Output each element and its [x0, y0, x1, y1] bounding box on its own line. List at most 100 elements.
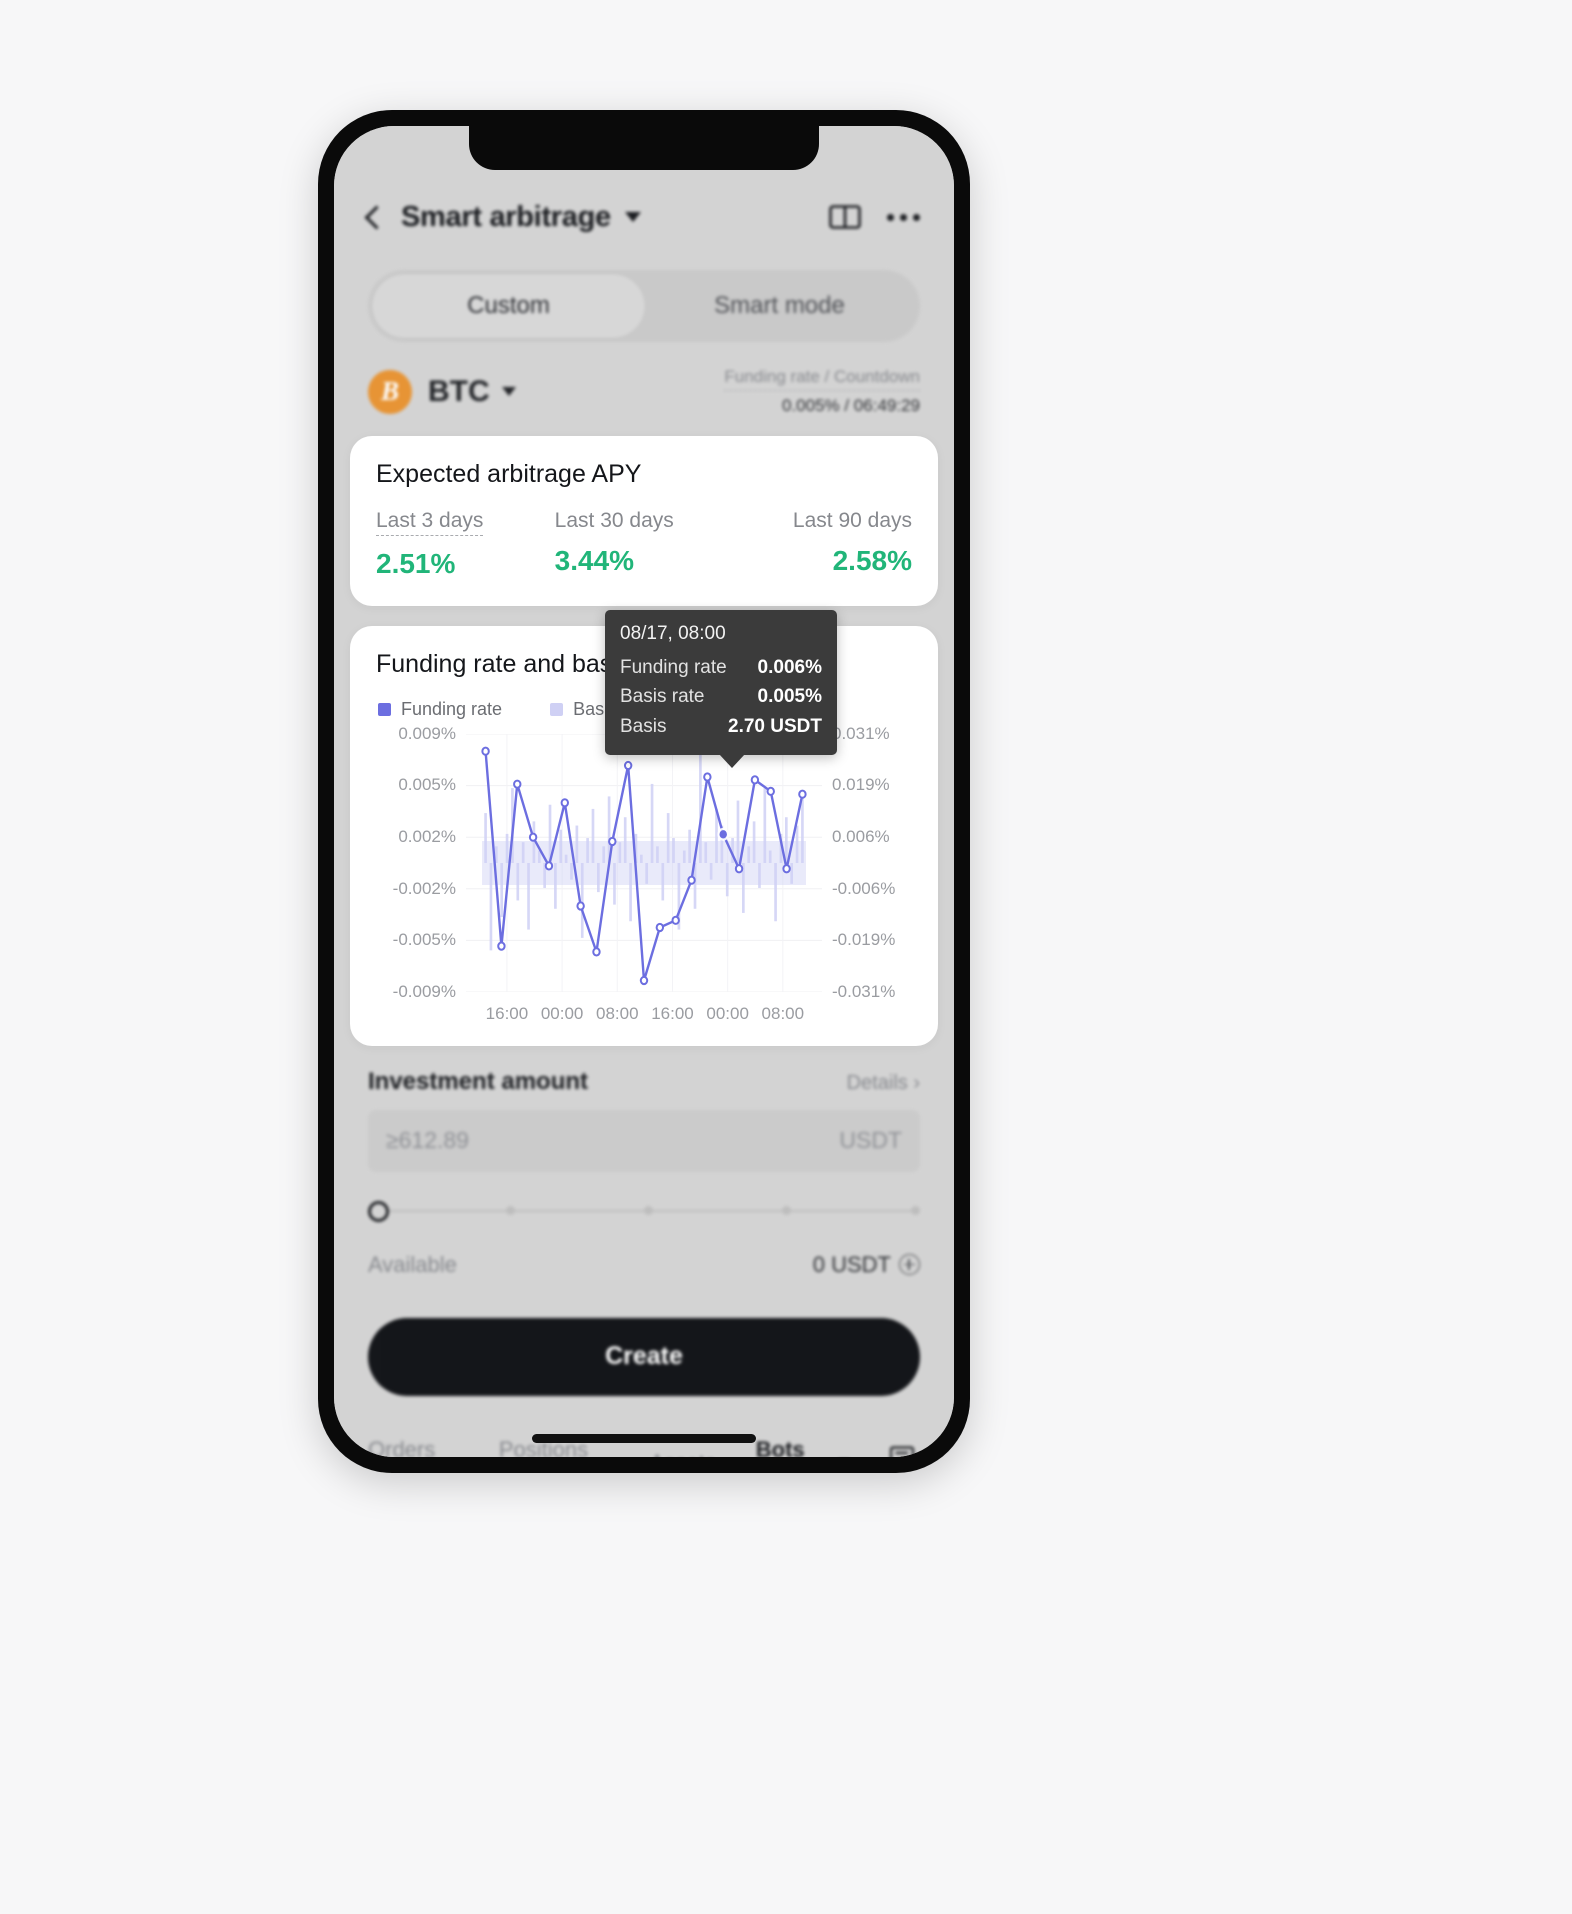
chevron-down-icon[interactable] [501, 387, 516, 397]
tooltip-value: 2.70 USDT [728, 715, 822, 737]
data-point-marker [546, 862, 552, 869]
data-point-marker [657, 924, 663, 931]
apy-value: 2.51% [376, 547, 456, 579]
data-point-marker [514, 780, 520, 787]
book-icon[interactable] [829, 204, 861, 230]
order-history-icon[interactable] [889, 1444, 920, 1457]
data-point-marker [783, 865, 789, 872]
investment-details-link[interactable]: Details › [847, 1072, 920, 1095]
slider-knob[interactable] [368, 1200, 389, 1222]
funding-basis-chart-card: Funding rate and basis rate Funding rate… [350, 609, 938, 1046]
tooltip-row-basis-rate: Basis rate 0.005% [620, 682, 822, 711]
apy-values-row: Last 3 days 2.51% Last 30 days 3.44% Las… [376, 509, 912, 580]
available-label: Available [368, 1251, 457, 1277]
data-point-marker [577, 902, 583, 909]
investment-section: Investment amount Details › ≥612.89 USDT [368, 1068, 920, 1278]
data-point-marker [641, 977, 647, 984]
available-amount: 0 USDT [812, 1251, 891, 1277]
home-indicator [532, 1434, 756, 1443]
apy-item-3-days: Last 3 days 2.51% [376, 509, 555, 580]
tooltip-key: Basis rate [620, 686, 705, 708]
x-axis-tick: 08:00 [761, 1003, 805, 1023]
tooltip-value: 0.006% [757, 656, 822, 678]
investment-placeholder: ≥612.89 [386, 1127, 469, 1154]
data-point-marker [799, 790, 805, 797]
bitcoin-icon: B [368, 369, 412, 414]
tooltip-key: Funding rate [620, 656, 727, 678]
symbol-row: B BTC Funding rate / Countdown 0.005% / … [368, 366, 920, 418]
available-balance-row: Available 0 USDT [368, 1252, 920, 1278]
tab-assets[interactable]: Assets [650, 1450, 716, 1457]
app-header: Smart arbitrage [334, 178, 954, 256]
data-point-marker [768, 788, 774, 795]
chevron-down-icon[interactable] [624, 212, 641, 222]
phone-screen: Smart arbitrage Custom Smart mode B BTC … [334, 126, 954, 1457]
create-button[interactable]: Create [368, 1317, 920, 1396]
data-point-marker [625, 762, 631, 769]
more-ellipsis-icon[interactable] [887, 213, 920, 221]
app-root: Smart arbitrage Custom Smart mode B BTC … [334, 126, 954, 1457]
tooltip-date: 08/17, 08:00 [620, 622, 726, 644]
chart-plot-area: 0.009% 0.005% 0.002% -0.002% -0.005% -0.… [370, 723, 918, 1001]
investment-slider[interactable] [368, 1198, 920, 1224]
x-axis-tick: 16:00 [485, 1003, 529, 1023]
apy-card-title: Expected arbitrage APY [376, 459, 642, 488]
apy-label: Last 3 days [376, 509, 484, 536]
data-point-marker [530, 833, 536, 840]
legend-swatch [378, 702, 391, 716]
data-point-marker [498, 942, 504, 949]
funding-rate-label: Funding rate / Countdown [724, 366, 920, 391]
funding-rate-countdown: Funding rate / Countdown 0.005% / 06:49:… [724, 366, 920, 418]
apy-label: Last 30 days [554, 508, 674, 532]
mode-segmented-control: Custom Smart mode [368, 270, 920, 342]
chart-y-axis-right: 0.031% 0.019% 0.006% -0.006% -0.019% -0.… [832, 723, 896, 1001]
x-axis-tick: 00:00 [540, 1003, 584, 1023]
tooltip-key: Basis [620, 715, 667, 737]
funding-rate-value: 0.005% / 06:49:29 [781, 395, 920, 415]
apy-label: Last 90 days [792, 508, 913, 532]
data-point-marker [562, 799, 568, 806]
page-title: Smart arbitrage [401, 200, 611, 233]
highlighted-data-point [719, 830, 727, 839]
data-point-marker [609, 838, 615, 845]
back-chevron-icon[interactable] [364, 204, 389, 230]
chart-svg [466, 734, 822, 992]
data-point-marker [593, 948, 599, 955]
tooltip-value: 0.005% [757, 686, 822, 708]
tab-smart-mode[interactable]: Smart mode [644, 275, 915, 337]
available-value: 0 USDT [813, 1252, 920, 1278]
expected-apy-card: Expected arbitrage APY Last 3 days 2.51%… [350, 435, 938, 606]
investment-title: Investment amount [368, 1067, 589, 1095]
data-point-marker [688, 876, 694, 883]
tab-bots[interactable]: Bots (0) [756, 1437, 830, 1457]
x-axis-tick: 00:00 [706, 1003, 749, 1023]
apy-item-90-days: Last 90 days 2.58% [733, 509, 912, 580]
tooltip-row-basis: Basis 2.70 USDT [620, 712, 822, 741]
x-axis-tick: 16:00 [651, 1003, 694, 1023]
investment-amount-input[interactable]: ≥612.89 USDT [368, 1109, 920, 1172]
apy-value: 3.44% [554, 544, 635, 576]
chart-x-axis: 16:00 00:00 08:00 16:00 00:00 08:00 [466, 1004, 822, 1028]
data-point-marker [672, 917, 678, 924]
chart-y-axis-left: 0.009% 0.005% 0.002% -0.002% -0.005% -0.… [392, 723, 456, 1001]
slider-node [782, 1205, 791, 1215]
data-point-marker [482, 747, 488, 754]
legend-item-funding-rate[interactable]: Funding rate [378, 699, 502, 720]
tab-custom[interactable]: Custom [373, 275, 644, 337]
plus-circle-icon[interactable] [899, 1254, 920, 1276]
slider-node [506, 1205, 515, 1215]
legend-label: Funding rate [401, 698, 503, 719]
investment-header: Investment amount Details › [368, 1068, 920, 1096]
chart-tooltip: 08/17, 08:00 Funding rate 0.006% Basis r… [605, 609, 837, 769]
symbol-name[interactable]: BTC [428, 375, 490, 409]
tooltip-arrow [719, 754, 745, 769]
data-point-marker [704, 773, 710, 780]
tab-orders[interactable]: Orders (0) [368, 1437, 459, 1457]
phone-notch [469, 126, 819, 170]
chart-canvas [466, 734, 822, 992]
slider-node [644, 1205, 653, 1215]
tooltip-row-funding-rate: Funding rate 0.006% [620, 653, 822, 682]
screenshot-canvas: Smart arbitrage Custom Smart mode B BTC … [0, 0, 1572, 1914]
details-label: Details [846, 1071, 908, 1094]
data-point-marker [752, 776, 758, 783]
